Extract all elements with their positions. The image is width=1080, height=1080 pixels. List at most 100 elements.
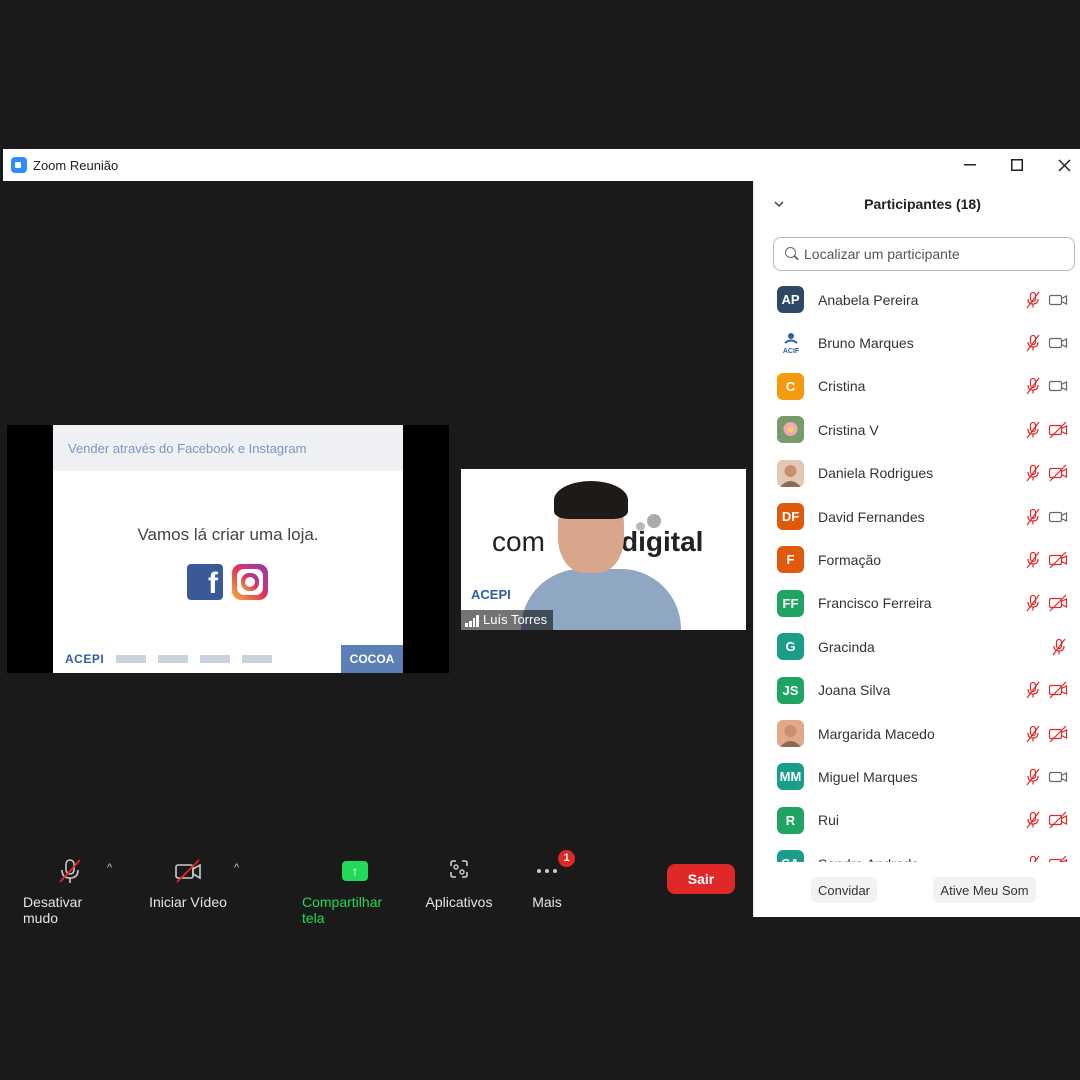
participant-row[interactable]: DF David Fernandes <box>754 495 1080 538</box>
close-button[interactable] <box>1041 149 1080 181</box>
participant-name: Sandra Andrade <box>818 856 919 862</box>
more-dots-icon <box>537 869 557 873</box>
video-off-icon <box>175 859 201 883</box>
participant-avatar: FF <box>777 589 804 617</box>
svg-text:ACIF: ACIF <box>782 348 799 355</box>
camera-off-icon <box>1048 551 1068 569</box>
mic-muted-icon <box>1050 638 1068 656</box>
participant-name: Formação <box>818 551 882 568</box>
participant-name: Rui <box>818 812 840 829</box>
participant-avatar: DF <box>777 503 804 530</box>
camera-off-icon <box>1048 811 1068 829</box>
participant-avatar-photo <box>777 720 804 747</box>
compete-logo <box>200 655 231 663</box>
panel-footer: Convidar Ative Meu Som <box>754 871 1080 911</box>
notification-badge: 1 <box>558 850 575 867</box>
participant-row[interactable]: ACIF Bruno Marques <box>754 321 1080 364</box>
participant-row[interactable]: C Cristina <box>754 365 1080 408</box>
mute-button[interactable]: Desativar mudo <box>23 858 117 926</box>
mic-muted-icon <box>1024 291 1042 309</box>
camera-off-icon <box>1048 594 1068 612</box>
participant-row[interactable]: G Gracinda <box>754 625 1080 668</box>
more-label: Mais <box>532 894 562 910</box>
participant-row[interactable]: Margarida Macedo <box>754 712 1080 755</box>
camera-off-icon <box>1048 725 1068 743</box>
zoom-app-icon <box>11 157 27 173</box>
zoom-window: Zoom Reunião Vender através do Facebook … <box>3 149 1080 926</box>
participants-panel: Participantes (18) AP Anabela Pereira ACIF… <box>753 181 1080 917</box>
camera-off-icon <box>1048 421 1068 439</box>
participant-row[interactable]: SA Sandra Andrade <box>754 842 1080 862</box>
participant-avatar: F <box>777 546 804 574</box>
presentation-slide: Vender através do Facebook e Instagram V… <box>53 425 403 673</box>
participant-row[interactable]: F Formação <box>754 538 1080 581</box>
participant-name: Margarida Macedo <box>818 725 935 742</box>
camera-off-icon <box>1048 291 1068 309</box>
share-screen-button[interactable]: ↑ Compartilhar tela <box>302 858 408 926</box>
participant-row[interactable]: FF Francisco Ferreira <box>754 582 1080 625</box>
shared-screen[interactable]: Vender através do Facebook e Instagram V… <box>7 425 449 673</box>
start-video-label: Iniciar Vídeo <box>149 894 227 910</box>
video-acepi-logo: ACEPI <box>471 587 511 602</box>
participant-avatar-acif-logo: ACIF <box>777 329 804 357</box>
mic-muted-icon <box>1024 464 1042 482</box>
apps-button[interactable]: Aplicativos <box>424 858 494 910</box>
camera-off-icon <box>1048 855 1068 862</box>
mic-muted-icon <box>1024 421 1042 439</box>
camera-off-icon <box>1048 508 1068 526</box>
maximize-button[interactable] <box>994 149 1040 181</box>
participant-row[interactable]: Cristina V <box>754 408 1080 451</box>
mic-muted-icon <box>1024 334 1042 352</box>
participant-row[interactable]: Daniela Rodrigues <box>754 452 1080 495</box>
mic-muted-icon <box>1024 681 1042 699</box>
search-icon <box>785 247 799 261</box>
participant-name: Miguel Marques <box>818 768 918 785</box>
participant-name: Cristina <box>818 378 866 395</box>
unmute-me-button[interactable]: Ative Meu Som <box>933 877 1036 903</box>
mic-muted-icon <box>1024 594 1042 612</box>
video-brand-left: com <box>492 526 545 557</box>
participant-name: Joana Silva <box>818 682 891 699</box>
participant-row[interactable]: MM Miguel Marques <box>754 755 1080 798</box>
video-options-chevron-up-icon[interactable]: ^ <box>234 862 239 874</box>
camera-off-icon <box>1048 768 1068 786</box>
participant-name: Francisco Ferreira <box>818 595 932 612</box>
mic-muted-icon <box>1024 551 1042 569</box>
participant-search-input[interactable] <box>804 246 1064 262</box>
participant-video-tile[interactable]: com digital ACEPI Luís Torres <box>461 469 746 630</box>
mic-muted-icon <box>1024 508 1042 526</box>
minimize-button[interactable] <box>947 149 993 181</box>
mic-muted-icon <box>1024 725 1042 743</box>
participant-row[interactable]: R Rui <box>754 799 1080 842</box>
participant-name: David Fernandes <box>818 508 925 525</box>
participant-avatar: SA <box>777 850 804 862</box>
audio-options-chevron-up-icon[interactable]: ^ <box>107 862 112 874</box>
camera-off-icon <box>1048 377 1068 395</box>
mic-muted-icon <box>1024 377 1042 395</box>
camera-off-icon <box>1048 681 1068 699</box>
participant-name: Bruno Marques <box>818 334 914 351</box>
cocoa-logo: COCOA <box>341 645 403 673</box>
participant-row[interactable]: JS Joana Silva <box>754 669 1080 712</box>
participant-search[interactable] <box>773 237 1075 271</box>
participant-row[interactable]: AP Anabela Pereira <box>754 278 1080 321</box>
instagram-icon <box>232 564 268 600</box>
leave-button[interactable]: Sair <box>667 864 735 894</box>
participant-avatar: JS <box>777 676 804 704</box>
mic-muted-icon <box>1024 768 1042 786</box>
invite-button[interactable]: Convidar <box>811 877 877 903</box>
facebook-icon: f <box>187 564 223 600</box>
participant-avatar: R <box>777 806 804 834</box>
participant-avatar-flower-photo <box>777 416 804 444</box>
apps-label: Aplicativos <box>425 894 493 910</box>
participant-avatar-photo <box>777 459 804 487</box>
more-button[interactable]: Mais 1 <box>520 850 575 910</box>
partner-logo <box>116 655 147 663</box>
ccp-logo <box>158 655 189 663</box>
slide-text: Vamos lá criar uma loja. <box>137 525 319 544</box>
participant-name: Gracinda <box>818 638 875 655</box>
start-video-button[interactable]: Iniciar Vídeo <box>149 858 227 910</box>
mic-muted-icon <box>1024 811 1042 829</box>
slide-footer: ACEPI COCOA <box>53 645 403 673</box>
window-title: Zoom Reunião <box>33 157 119 173</box>
